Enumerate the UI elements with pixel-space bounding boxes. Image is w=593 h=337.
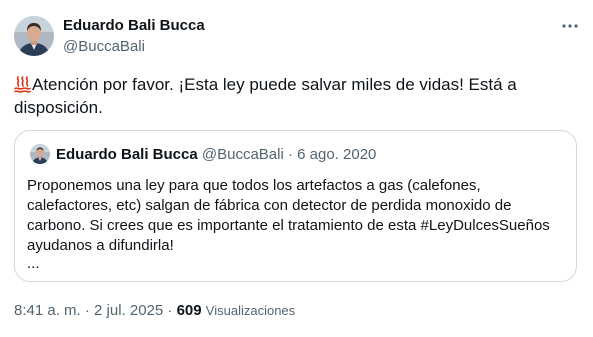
more-options-button[interactable] xyxy=(556,14,584,38)
quoted-avatar xyxy=(30,144,50,164)
tweet: Eduardo Bali Bucca @BuccaBali Atención p… xyxy=(0,0,593,337)
avatar-photo xyxy=(14,16,54,56)
more-horizontal-icon xyxy=(562,24,578,28)
quoted-avatar-photo xyxy=(30,144,50,164)
tweet-text: Atención por favor. ¡Esta ley puede salv… xyxy=(14,73,574,119)
views-count: 609 xyxy=(176,302,202,319)
quoted-ellipsis: ... xyxy=(27,255,40,272)
quoted-meta: @BuccaBali · 6 ago. 2020 xyxy=(201,146,377,163)
quoted-text: Proponemos una ley para que todos los ar… xyxy=(27,177,550,254)
quoted-display-name: Eduardo Bali Bucca xyxy=(56,146,198,163)
views-label: Visualizaciones xyxy=(205,303,296,318)
tweet-text-content: Atención por favor. ¡Esta ley puede salv… xyxy=(14,75,517,117)
quoted-header: Eduardo Bali Bucca @BuccaBali · 6 ago. 2… xyxy=(56,146,376,164)
quoted-tweet[interactable]: Eduardo Bali Bucca @BuccaBali · 6 ago. 2… xyxy=(14,130,577,282)
tweet-footer: 8:41 a. m. · 2 jul. 2025 · 609 Visualiza… xyxy=(14,301,295,321)
hot-springs-emoji-icon xyxy=(14,76,31,93)
timestamp[interactable]: 8:41 a. m. · 2 jul. 2025 · xyxy=(14,302,177,319)
author-handle[interactable]: @BuccaBali xyxy=(63,37,145,57)
author-display-name[interactable]: Eduardo Bali Bucca xyxy=(63,16,205,36)
avatar[interactable] xyxy=(14,16,54,56)
